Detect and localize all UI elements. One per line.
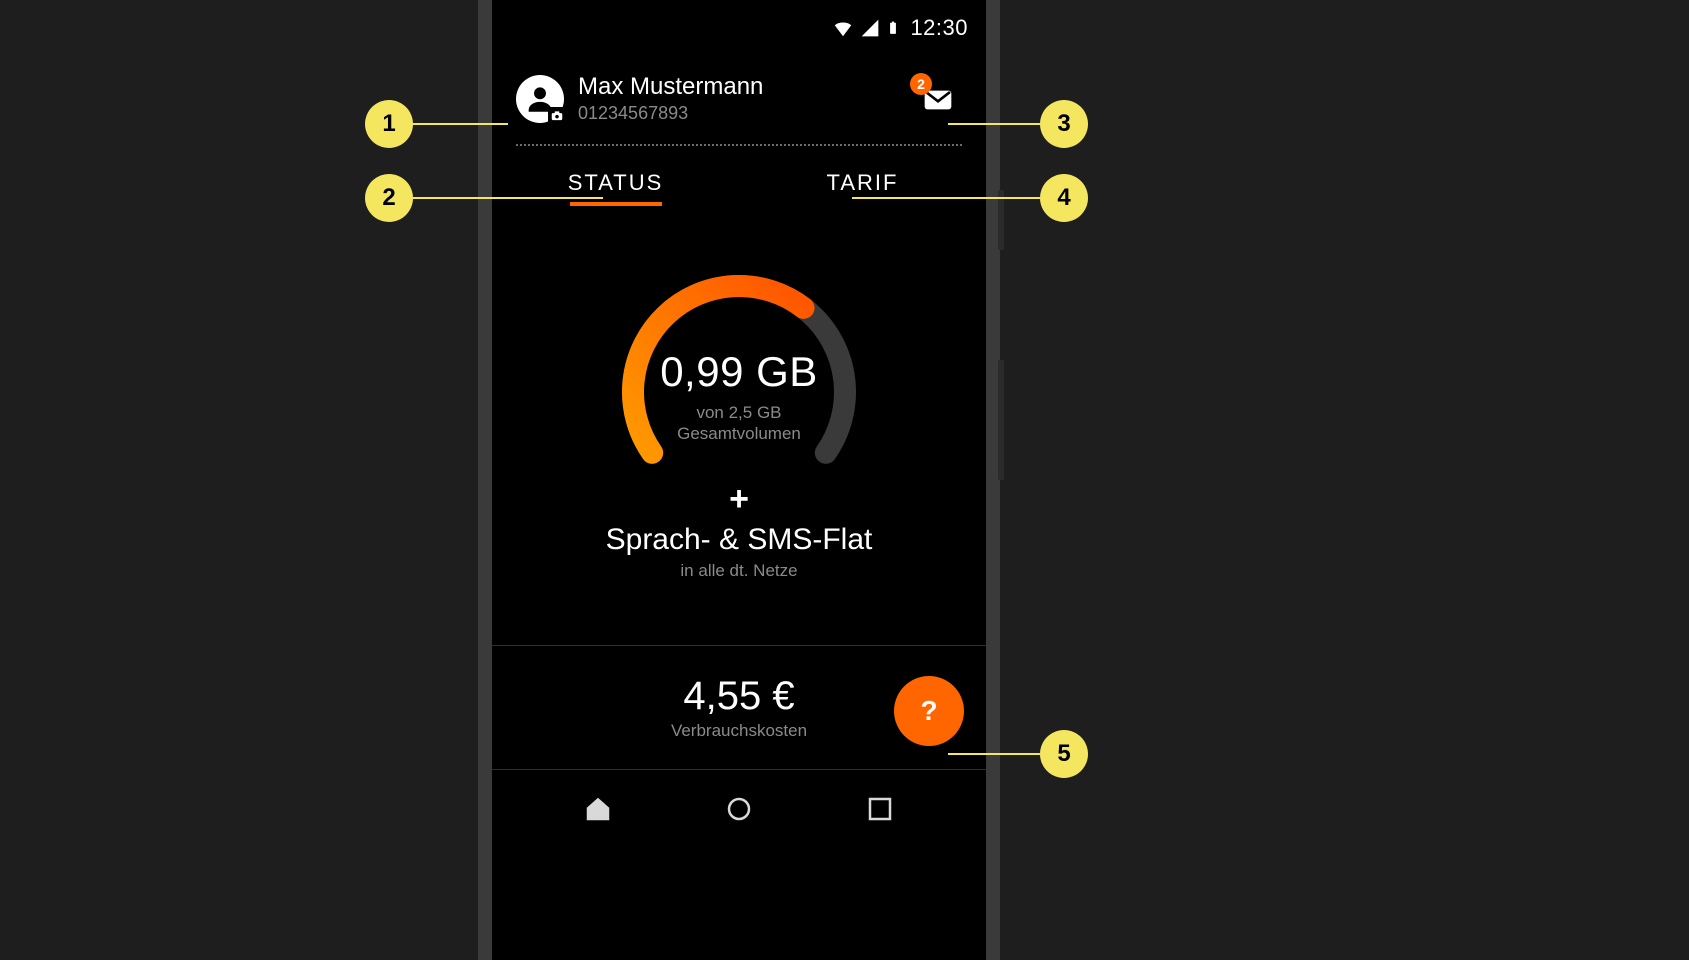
feature-subtitle: in alle dt. Netze — [492, 561, 986, 581]
signal-icon — [860, 18, 880, 38]
plus-icon: + — [492, 480, 986, 519]
callout-line — [413, 197, 603, 199]
gauge-labels: 0,99 GB von 2,5 GB Gesamtvolumen — [609, 348, 869, 445]
callout-line — [948, 123, 1040, 125]
system-status-bar: 12:30 — [492, 0, 986, 55]
messages-button[interactable]: 2 — [916, 83, 960, 117]
callout-line — [852, 197, 1040, 199]
feature-title: Sprach- & SMS-Flat — [492, 523, 986, 557]
nav-icon-3[interactable] — [865, 794, 895, 816]
data-total-line2: Gesamtvolumen — [677, 424, 801, 443]
user-phone: 01234567893 — [578, 103, 763, 124]
nav-icon-2[interactable] — [724, 794, 754, 816]
help-fab[interactable]: ? — [894, 676, 964, 746]
data-total-line1: von 2,5 GB — [696, 403, 781, 422]
app-header: Max Mustermann 01234567893 2 — [492, 55, 986, 138]
callout-2: 2 — [365, 174, 413, 222]
avatar[interactable] — [516, 75, 564, 123]
callout-3: 3 — [1040, 100, 1088, 148]
battery-icon — [886, 17, 900, 39]
usage-section: 0,99 GB von 2,5 GB Gesamtvolumen + Sprac… — [492, 206, 986, 611]
nav-icon-1[interactable] — [583, 794, 613, 816]
data-gauge: 0,99 GB von 2,5 GB Gesamtvolumen — [609, 262, 869, 462]
phone-side-button — [998, 190, 1004, 250]
cost-section: 4,55 € Verbrauchskosten ? — [492, 646, 986, 759]
phone-side-button — [998, 360, 1004, 480]
bottom-nav — [492, 770, 986, 816]
messages-badge: 2 — [910, 73, 932, 95]
data-used-value: 0,99 GB — [609, 348, 869, 396]
phone-frame: 12:30 Max Mustermann 01234567893 2 STATU… — [478, 0, 1000, 960]
callout-line — [413, 123, 508, 125]
tab-status[interactable]: STATUS — [492, 164, 739, 206]
callout-5: 5 — [1040, 730, 1088, 778]
clock-text: 12:30 — [910, 15, 968, 41]
callout-4: 4 — [1040, 174, 1088, 222]
camera-badge-icon — [548, 107, 566, 125]
tab-tarif[interactable]: TARIF — [739, 164, 986, 206]
callout-1: 1 — [365, 100, 413, 148]
wifi-icon — [832, 17, 854, 39]
user-info: Max Mustermann 01234567893 — [578, 73, 763, 124]
user-name: Max Mustermann — [578, 73, 763, 101]
callout-line — [948, 753, 1040, 755]
